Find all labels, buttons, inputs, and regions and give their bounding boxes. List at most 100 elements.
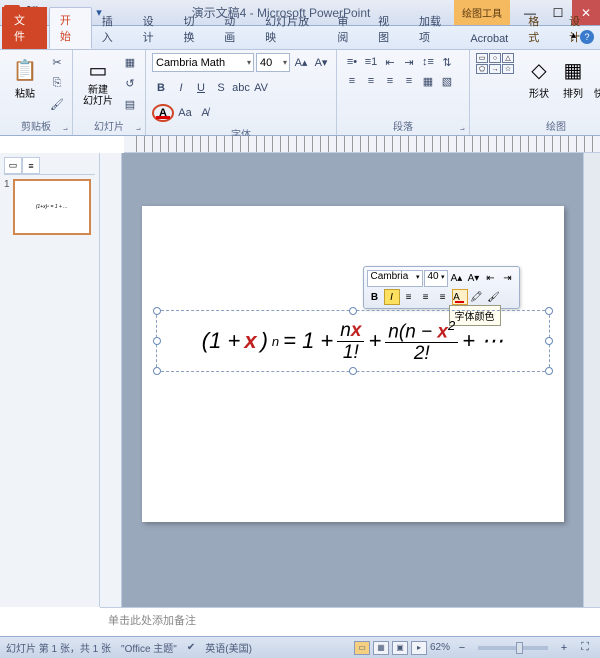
mini-highlight-icon[interactable]: 🖍 <box>469 289 485 305</box>
mini-toolbar: Cambria 40 A▴ A▾ ⇤ ⇥ B I ≡ ≡ ≡ A � <box>363 266 520 309</box>
zoom-in-icon[interactable]: + <box>555 639 573 657</box>
ribbon-tabs: 文件 开始 插入 设计 切换 动画 幻灯片放映 审阅 视图 加载项 Acroba… <box>0 26 600 50</box>
view-slideshow-icon[interactable]: ▸ <box>411 641 427 655</box>
clipboard-icon: 📋 <box>11 55 39 85</box>
strikethrough-button[interactable]: S <box>212 79 230 97</box>
format-painter-icon[interactable]: 🖌 <box>48 95 66 113</box>
mini-italic-button[interactable]: I <box>384 289 400 305</box>
layout-icon[interactable]: ▦ <box>121 53 139 71</box>
mini-grow-font-icon[interactable]: A▴ <box>449 271 465 287</box>
tab-file[interactable]: 文件 <box>2 7 47 49</box>
status-language[interactable]: 英语(美国) <box>205 640 252 655</box>
cut-icon[interactable]: ✂ <box>48 53 66 71</box>
group-clipboard: 剪贴板 <box>6 117 66 134</box>
shadow-button[interactable]: abc <box>232 79 250 97</box>
align-center-icon[interactable]: ≡ <box>362 72 380 90</box>
tab-acrobat[interactable]: Acrobat <box>460 29 518 49</box>
decrease-indent-icon[interactable]: ⇤ <box>381 53 399 71</box>
bold-button[interactable]: B <box>152 79 170 97</box>
thumbnails-tab[interactable]: ▭ <box>4 157 22 174</box>
shrink-font-icon[interactable]: A▾ <box>312 54 330 72</box>
arrange-button[interactable]: ▦ 排列 <box>558 53 588 102</box>
view-normal-icon[interactable]: ▭ <box>354 641 370 655</box>
status-spellcheck-icon[interactable]: ✔ <box>187 642 195 653</box>
numbering-icon[interactable]: ≡1 <box>362 53 380 71</box>
tab-home[interactable]: 开始 <box>49 7 92 49</box>
zoom-level[interactable]: 62% <box>430 642 450 653</box>
equation-textbox[interactable]: (1 + x)n = 1 + nx1! + n(n − x22! + ⋯ <box>156 310 550 372</box>
tab-transitions[interactable]: 切换 <box>173 9 214 49</box>
vertical-ruler[interactable] <box>100 153 122 607</box>
text-direction-icon[interactable]: ⇅ <box>438 53 456 71</box>
increase-indent-icon[interactable]: ⇥ <box>400 53 418 71</box>
tab-review[interactable]: 审阅 <box>327 9 368 49</box>
align-left-icon[interactable]: ≡ <box>343 72 361 90</box>
outline-tab[interactable]: ≡ <box>22 157 40 174</box>
view-sorter-icon[interactable]: ▦ <box>373 641 389 655</box>
italic-button[interactable]: I <box>172 79 190 97</box>
view-reading-icon[interactable]: ▣ <box>392 641 408 655</box>
mini-align-center-icon[interactable]: ≡ <box>418 289 434 305</box>
reset-icon[interactable]: ↺ <box>121 74 139 92</box>
zoom-slider[interactable] <box>478 646 548 650</box>
slide-thumbnails-panel: ▭ ≡ 1 (1+x)ⁿ = 1 + ... <box>0 153 100 607</box>
mini-font-color-button[interactable]: A <box>452 289 468 305</box>
section-icon[interactable]: ▤ <box>121 95 139 113</box>
shapes-button[interactable]: ◇ 形状 <box>524 53 554 102</box>
mini-bold-button[interactable]: B <box>367 289 383 305</box>
columns-icon[interactable]: ▦ <box>419 72 437 90</box>
font-size-combo[interactable]: 40 <box>256 53 290 72</box>
justify-icon[interactable]: ≡ <box>400 72 418 90</box>
horizontal-ruler[interactable] <box>124 136 600 153</box>
grow-font-icon[interactable]: A▴ <box>292 54 310 72</box>
bullets-icon[interactable]: ≡• <box>343 53 361 71</box>
mini-align-left-icon[interactable]: ≡ <box>401 289 417 305</box>
tab-addins[interactable]: 加载项 <box>409 9 460 49</box>
group-paragraph: 段落 <box>343 117 463 134</box>
zoom-out-icon[interactable]: − <box>453 639 471 657</box>
tab-slideshow[interactable]: 幻灯片放映 <box>255 9 327 49</box>
change-case-icon[interactable]: Aa <box>176 104 194 122</box>
new-slide-icon: ▭ <box>84 55 112 85</box>
char-spacing-icon[interactable]: AV <box>252 79 270 97</box>
tab-insert[interactable]: 插入 <box>92 9 133 49</box>
tab-format[interactable]: 格式 <box>518 9 559 49</box>
ribbon-minimize-icon[interactable]: ▴ <box>571 30 576 44</box>
mini-increase-indent-icon[interactable]: ⇥ <box>500 271 516 287</box>
slide-canvas[interactable]: Cambria 40 A▴ A▾ ⇤ ⇥ B I ≡ ≡ ≡ A � <box>142 206 564 522</box>
mini-decrease-indent-icon[interactable]: ⇤ <box>483 271 499 287</box>
tab-design[interactable]: 设计 <box>133 9 174 49</box>
new-slide-button[interactable]: ▭ 新建 幻灯片 <box>79 53 117 109</box>
mini-format-painter-icon[interactable]: 🖌 <box>486 289 502 305</box>
underline-button[interactable]: U <box>192 79 210 97</box>
notes-pane[interactable]: 单击此处添加备注 <box>100 607 600 636</box>
convert-smartart-icon[interactable]: ▧ <box>438 72 456 90</box>
font-family-combo[interactable]: Cambria Math <box>152 53 254 72</box>
status-theme: "Office 主题" <box>121 640 177 655</box>
mini-shrink-font-icon[interactable]: A▾ <box>466 271 482 287</box>
equation-content[interactable]: (1 + x)n = 1 + nx1! + n(n − x22! + ⋯ <box>157 311 549 371</box>
arrange-icon: ▦ <box>559 55 587 85</box>
help-icon[interactable]: ? <box>580 30 594 44</box>
vertical-scrollbar[interactable] <box>583 153 600 607</box>
quick-styles-button[interactable]: 🎨 快速样式 <box>592 53 600 102</box>
clear-format-icon[interactable]: A̸ <box>196 104 214 122</box>
status-slide-indicator: 幻灯片 第 1 张，共 1 张 <box>6 640 111 655</box>
tab-animations[interactable]: 动画 <box>214 9 255 49</box>
shapes-gallery[interactable]: ▭○△ ⬠→☆ <box>476 53 520 74</box>
fit-window-icon[interactable]: ⛶ <box>576 639 594 657</box>
contextual-tab-label: 绘图工具 <box>454 0 510 25</box>
thumbnail-preview: (1+x)ⁿ = 1 + ... <box>13 179 91 235</box>
mini-font-family[interactable]: Cambria <box>367 270 423 287</box>
align-right-icon[interactable]: ≡ <box>381 72 399 90</box>
tab-view[interactable]: 视图 <box>368 9 409 49</box>
paste-button[interactable]: 📋 粘贴 <box>6 53 44 102</box>
font-color-button[interactable]: A <box>152 104 174 122</box>
slide-thumbnail-1[interactable]: 1 (1+x)ⁿ = 1 + ... <box>4 179 95 235</box>
mini-align-right-icon[interactable]: ≡ <box>435 289 451 305</box>
line-spacing-icon[interactable]: ↕≡ <box>419 53 437 71</box>
mini-font-size[interactable]: 40 <box>424 270 448 287</box>
copy-icon[interactable]: ⎘ <box>48 74 66 92</box>
shapes-icon: ◇ <box>525 55 553 85</box>
group-slides: 幻灯片 <box>79 117 139 134</box>
